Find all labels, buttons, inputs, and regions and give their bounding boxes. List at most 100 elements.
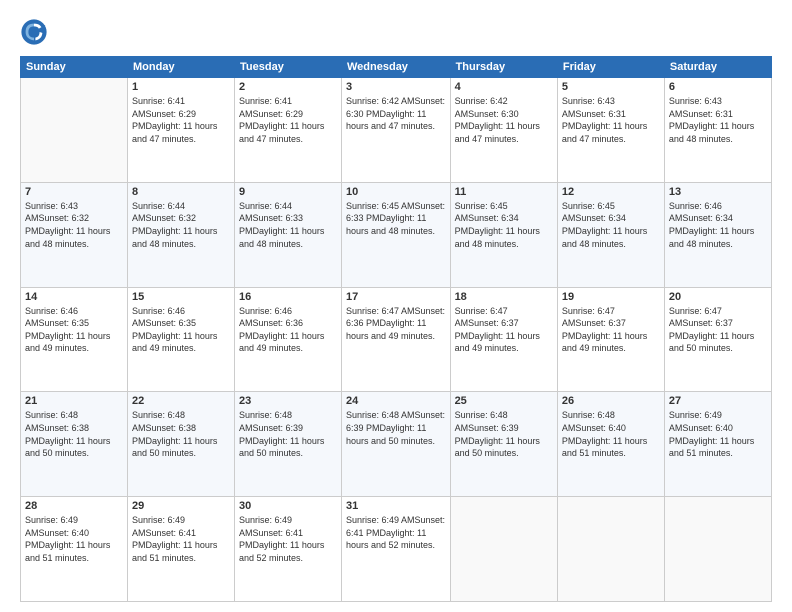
calendar-cell-w1-d3: 10Sunrise: 6:45 AMSunset: 6:33 PMDayligh… bbox=[342, 182, 451, 287]
week-row-3: 21 Sunrise: 6:48 AMSunset: 6:38 PMDayligh… bbox=[21, 392, 772, 497]
day-number: 12 bbox=[562, 186, 660, 198]
calendar-cell-w1-d4: 11 Sunrise: 6:45 AMSunset: 6:34 PMDayligh… bbox=[450, 182, 557, 287]
day-info: Sunrise: 6:47 AMSunset: 6:37 PMDaylight:… bbox=[562, 305, 660, 368]
day-info: Sunrise: 6:41 AMSunset: 6:29 PMDaylight:… bbox=[132, 95, 230, 158]
calendar-cell-w3-d2: 23 Sunrise: 6:48 AMSunset: 6:39 PMDayligh… bbox=[235, 392, 342, 497]
day-info: Sunrise: 6:48 AMSunset: 6:39 PMDaylight:… bbox=[346, 409, 446, 459]
calendar-cell-w2-d6: 20 Sunrise: 6:47 AMSunset: 6:37 PMDayligh… bbox=[664, 287, 771, 392]
calendar-cell-w1-d6: 13 Sunrise: 6:46 AMSunset: 6:34 PMDayligh… bbox=[664, 182, 771, 287]
day-info: Sunrise: 6:46 AMSunset: 6:36 PMDaylight:… bbox=[239, 305, 337, 368]
day-number: 24 bbox=[346, 395, 446, 407]
day-number: 31 bbox=[346, 500, 446, 512]
day-info: Sunrise: 6:48 AMSunset: 6:39 PMDaylight:… bbox=[455, 409, 553, 472]
calendar-cell-w0-d2: 2Sunrise: 6:41 AMSunset: 6:29 PMDaylight… bbox=[235, 78, 342, 183]
calendar-cell-w2-d3: 17 Sunrise: 6:47 AMSunset: 6:36 PMDayligh… bbox=[342, 287, 451, 392]
calendar-cell-w1-d5: 12 Sunrise: 6:45 AMSunset: 6:34 PMDayligh… bbox=[557, 182, 664, 287]
day-number: 20 bbox=[669, 291, 767, 303]
day-info: Sunrise: 6:42 AMSunset: 6:30 PMDaylight:… bbox=[455, 95, 553, 158]
calendar-cell-w4-d0: 28 Sunrise: 6:49 AMSunset: 6:40 PMDayligh… bbox=[21, 497, 128, 602]
day-info: Sunrise: 6:44 AMSunset: 6:33 PMDaylight:… bbox=[239, 200, 337, 263]
day-number: 15 bbox=[132, 291, 230, 303]
day-number: 8 bbox=[132, 186, 230, 198]
weekday-header-friday: Friday bbox=[557, 57, 664, 78]
day-info: Sunrise: 6:42 AMSunset: 6:30 PMDaylight:… bbox=[346, 95, 446, 145]
day-number: 19 bbox=[562, 291, 660, 303]
day-number: 5 bbox=[562, 81, 660, 93]
day-info: Sunrise: 6:47 AMSunset: 6:37 PMDaylight:… bbox=[455, 305, 553, 368]
week-row-0: 1Sunrise: 6:41 AMSunset: 6:29 PMDaylight… bbox=[21, 78, 772, 183]
week-row-1: 7 Sunrise: 6:43 AMSunset: 6:32 PMDaylight… bbox=[21, 182, 772, 287]
day-number: 10 bbox=[346, 186, 446, 198]
day-number: 17 bbox=[346, 291, 446, 303]
calendar-cell-w3-d0: 21 Sunrise: 6:48 AMSunset: 6:38 PMDayligh… bbox=[21, 392, 128, 497]
day-info: Sunrise: 6:43 AMSunset: 6:31 PMDaylight:… bbox=[669, 95, 767, 158]
day-info: Sunrise: 6:44 AMSunset: 6:32 PMDaylight:… bbox=[132, 200, 230, 263]
calendar-cell-w0-d0 bbox=[21, 78, 128, 183]
day-info: Sunrise: 6:49 AMSunset: 6:41 PMDaylight:… bbox=[346, 514, 446, 564]
day-number: 16 bbox=[239, 291, 337, 303]
day-number: 23 bbox=[239, 395, 337, 407]
calendar-cell-w2-d4: 18 Sunrise: 6:47 AMSunset: 6:37 PMDayligh… bbox=[450, 287, 557, 392]
calendar-cell-w0-d4: 4 Sunrise: 6:42 AMSunset: 6:30 PMDaylight… bbox=[450, 78, 557, 183]
day-number: 18 bbox=[455, 291, 553, 303]
day-info: Sunrise: 6:49 AMSunset: 6:40 PMDaylight:… bbox=[669, 409, 767, 472]
day-info: Sunrise: 6:49 AMSunset: 6:41 PMDaylight:… bbox=[132, 514, 230, 577]
calendar-cell-w0-d3: 3Sunrise: 6:42 AMSunset: 6:30 PMDaylight… bbox=[342, 78, 451, 183]
day-info: Sunrise: 6:45 AMSunset: 6:34 PMDaylight:… bbox=[455, 200, 553, 263]
day-info: Sunrise: 6:47 AMSunset: 6:36 PMDaylight:… bbox=[346, 305, 446, 355]
calendar-cell-w2-d1: 15Sunrise: 6:46 AMSunset: 6:35 PMDayligh… bbox=[128, 287, 235, 392]
day-info: Sunrise: 6:48 AMSunset: 6:38 PMDaylight:… bbox=[132, 409, 230, 472]
weekday-header-tuesday: Tuesday bbox=[235, 57, 342, 78]
day-number: 11 bbox=[455, 186, 553, 198]
day-info: Sunrise: 6:45 AMSunset: 6:34 PMDaylight:… bbox=[562, 200, 660, 263]
day-info: Sunrise: 6:43 AMSunset: 6:32 PMDaylight:… bbox=[25, 200, 123, 263]
week-row-4: 28 Sunrise: 6:49 AMSunset: 6:40 PMDayligh… bbox=[21, 497, 772, 602]
day-info: Sunrise: 6:46 AMSunset: 6:35 PMDaylight:… bbox=[25, 305, 123, 368]
day-number: 7 bbox=[25, 186, 123, 198]
header bbox=[20, 18, 772, 46]
day-number: 25 bbox=[455, 395, 553, 407]
day-number: 29 bbox=[132, 500, 230, 512]
calendar-cell-w0-d6: 6 Sunrise: 6:43 AMSunset: 6:31 PMDaylight… bbox=[664, 78, 771, 183]
day-number: 9 bbox=[239, 186, 337, 198]
day-info: Sunrise: 6:49 AMSunset: 6:41 PMDaylight:… bbox=[239, 514, 337, 577]
day-number: 30 bbox=[239, 500, 337, 512]
calendar-cell-w1-d0: 7 Sunrise: 6:43 AMSunset: 6:32 PMDaylight… bbox=[21, 182, 128, 287]
calendar-cell-w1-d1: 8 Sunrise: 6:44 AMSunset: 6:32 PMDaylight… bbox=[128, 182, 235, 287]
calendar-cell-w2-d5: 19 Sunrise: 6:47 AMSunset: 6:37 PMDayligh… bbox=[557, 287, 664, 392]
day-number: 21 bbox=[25, 395, 123, 407]
calendar-cell-w4-d2: 30 Sunrise: 6:49 AMSunset: 6:41 PMDayligh… bbox=[235, 497, 342, 602]
calendar-cell-w4-d6 bbox=[664, 497, 771, 602]
weekday-header-wednesday: Wednesday bbox=[342, 57, 451, 78]
day-info: Sunrise: 6:49 AMSunset: 6:40 PMDaylight:… bbox=[25, 514, 123, 577]
logo bbox=[20, 18, 52, 46]
calendar-cell-w3-d6: 27 Sunrise: 6:49 AMSunset: 6:40 PMDayligh… bbox=[664, 392, 771, 497]
day-number: 26 bbox=[562, 395, 660, 407]
day-info: Sunrise: 6:48 AMSunset: 6:39 PMDaylight:… bbox=[239, 409, 337, 472]
day-number: 13 bbox=[669, 186, 767, 198]
calendar-cell-w0-d5: 5Sunrise: 6:43 AMSunset: 6:31 PMDaylight… bbox=[557, 78, 664, 183]
day-info: Sunrise: 6:48 AMSunset: 6:38 PMDaylight:… bbox=[25, 409, 123, 472]
week-row-2: 14Sunrise: 6:46 AMSunset: 6:35 PMDayligh… bbox=[21, 287, 772, 392]
weekday-header-thursday: Thursday bbox=[450, 57, 557, 78]
calendar-cell-w1-d2: 9 Sunrise: 6:44 AMSunset: 6:33 PMDaylight… bbox=[235, 182, 342, 287]
calendar-table: SundayMondayTuesdayWednesdayThursdayFrid… bbox=[20, 56, 772, 602]
day-number: 2 bbox=[239, 81, 337, 93]
calendar-cell-w3-d1: 22Sunrise: 6:48 AMSunset: 6:38 PMDayligh… bbox=[128, 392, 235, 497]
calendar-cell-w3-d5: 26Sunrise: 6:48 AMSunset: 6:40 PMDayligh… bbox=[557, 392, 664, 497]
day-number: 27 bbox=[669, 395, 767, 407]
calendar-cell-w4-d3: 31 Sunrise: 6:49 AMSunset: 6:41 PMDayligh… bbox=[342, 497, 451, 602]
weekday-header-row: SundayMondayTuesdayWednesdayThursdayFrid… bbox=[21, 57, 772, 78]
day-number: 6 bbox=[669, 81, 767, 93]
weekday-header-sunday: Sunday bbox=[21, 57, 128, 78]
day-info: Sunrise: 6:46 AMSunset: 6:34 PMDaylight:… bbox=[669, 200, 767, 263]
calendar-cell-w3-d3: 24 Sunrise: 6:48 AMSunset: 6:39 PMDayligh… bbox=[342, 392, 451, 497]
calendar-cell-w0-d1: 1Sunrise: 6:41 AMSunset: 6:29 PMDaylight… bbox=[128, 78, 235, 183]
calendar-cell-w4-d4 bbox=[450, 497, 557, 602]
calendar-cell-w2-d2: 16 Sunrise: 6:46 AMSunset: 6:36 PMDayligh… bbox=[235, 287, 342, 392]
day-number: 28 bbox=[25, 500, 123, 512]
calendar-cell-w4-d5 bbox=[557, 497, 664, 602]
calendar-cell-w3-d4: 25 Sunrise: 6:48 AMSunset: 6:39 PMDayligh… bbox=[450, 392, 557, 497]
day-info: Sunrise: 6:47 AMSunset: 6:37 PMDaylight:… bbox=[669, 305, 767, 368]
day-number: 4 bbox=[455, 81, 553, 93]
